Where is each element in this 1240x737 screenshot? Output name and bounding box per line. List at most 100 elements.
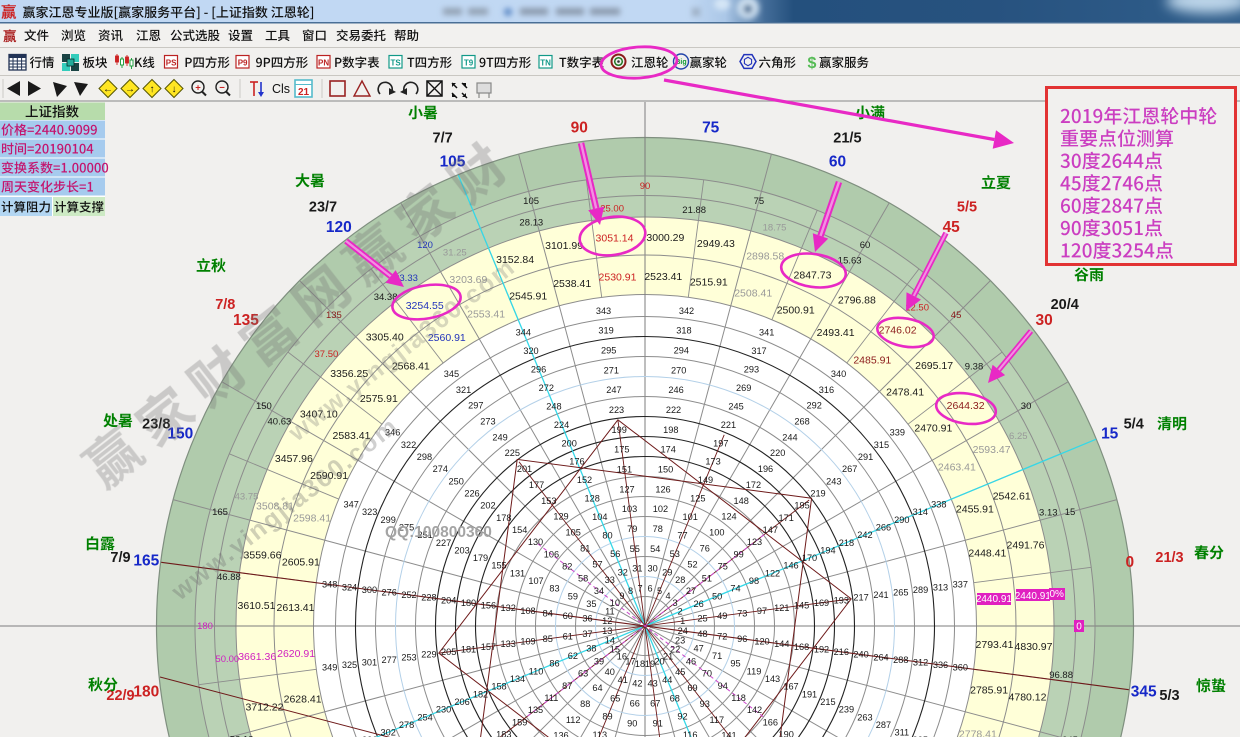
svg-text:155: 155 [491,561,506,571]
svg-text:302: 302 [381,728,396,737]
svg-text:60: 60 [860,240,871,251]
svg-text:179: 179 [473,553,488,563]
svg-text:141: 141 [721,731,736,737]
svg-text:21/5: 21/5 [833,130,861,146]
svg-text:314: 314 [913,507,928,517]
svg-text:120: 120 [754,637,769,647]
svg-text:21/3: 21/3 [1155,550,1183,566]
svg-text:129: 129 [553,512,568,522]
svg-text:96.88: 96.88 [1049,670,1073,681]
svg-text:30: 30 [647,564,657,574]
svg-text:2628.41: 2628.41 [284,693,322,705]
svg-text:2949.43: 2949.43 [697,238,735,250]
svg-text:4780.12: 4780.12 [1009,691,1047,703]
svg-text:2515.91: 2515.91 [690,276,728,288]
svg-text:269: 269 [736,383,751,393]
svg-text:2605.91: 2605.91 [282,557,320,569]
svg-text:48: 48 [697,629,707,639]
svg-text:218: 218 [839,538,854,548]
svg-text:245: 245 [728,401,743,411]
svg-text:78: 78 [653,524,663,534]
svg-text:3: 3 [673,598,678,608]
svg-text:135: 135 [326,310,342,321]
svg-text:128: 128 [585,494,600,504]
svg-text:25.00: 25.00 [600,203,624,214]
svg-text:38: 38 [586,643,596,653]
svg-text:142: 142 [747,705,762,715]
svg-text:80: 80 [602,531,612,541]
svg-text:45: 45 [675,667,685,677]
svg-text:7/7: 7/7 [433,130,453,146]
svg-text:220: 220 [770,448,785,458]
svg-text:244: 244 [782,432,797,442]
svg-text:229: 229 [421,650,436,660]
svg-text:206: 206 [454,697,469,707]
svg-text:166: 166 [763,717,778,727]
svg-text:33: 33 [605,575,615,585]
svg-text:63: 63 [578,669,588,679]
svg-text:193: 193 [834,595,849,605]
svg-text:175: 175 [614,445,629,455]
svg-text:311: 311 [894,728,909,737]
svg-text:294: 294 [674,346,689,356]
svg-text:7/9: 7/9 [110,550,130,566]
svg-text:200: 200 [562,438,577,448]
svg-text:345: 345 [1131,684,1157,701]
svg-text:97: 97 [757,606,767,616]
svg-text:+: + [195,83,201,94]
svg-text:51: 51 [702,574,712,584]
svg-text:322: 322 [401,440,416,450]
svg-text:36: 36 [582,614,592,624]
svg-text:6: 6 [647,584,652,594]
svg-text:62: 62 [568,651,578,661]
svg-text:7/8: 7/8 [215,297,235,313]
svg-text:254: 254 [417,712,432,722]
svg-text:PS: PS [166,58,177,67]
svg-text:PN: PN [318,58,329,67]
svg-text:56: 56 [610,549,620,559]
svg-text:289: 289 [913,585,928,595]
svg-text:249: 249 [492,432,507,442]
svg-text:37: 37 [582,629,592,639]
svg-text:239: 239 [839,705,854,715]
svg-text:291: 291 [858,452,873,462]
svg-text:76: 76 [700,544,710,554]
svg-text:20/4: 20/4 [1051,297,1079,313]
svg-text:198: 198 [663,425,678,435]
svg-text:34: 34 [594,586,604,596]
svg-text:2493.41: 2493.41 [817,327,855,339]
svg-text:60: 60 [829,153,846,170]
svg-text:104: 104 [592,512,607,522]
svg-text:1: 1 [680,616,685,626]
svg-text:4: 4 [666,591,671,601]
svg-text:250: 250 [449,476,464,486]
svg-text:15: 15 [1101,426,1119,443]
svg-text:5/4: 5/4 [1124,417,1144,433]
svg-text:11: 11 [605,607,615,617]
svg-text:277: 277 [382,655,397,665]
svg-text:55: 55 [630,544,640,554]
svg-text:99: 99 [733,549,743,559]
svg-text:242: 242 [857,530,872,540]
svg-text:224: 224 [554,420,569,430]
svg-text:83: 83 [549,584,559,594]
svg-text:174: 174 [661,445,676,455]
svg-text:217: 217 [853,593,868,603]
svg-text:2695.17: 2695.17 [915,360,953,372]
svg-text:73: 73 [737,608,747,618]
svg-text:2440.91: 2440.91 [1015,591,1052,602]
svg-text:72: 72 [717,631,727,641]
svg-text:67: 67 [650,699,660,709]
svg-text:TS: TS [390,58,401,67]
svg-text:2485.91: 2485.91 [853,354,891,366]
svg-text:219: 219 [810,489,825,499]
svg-text:105: 105 [566,528,581,538]
svg-text:2508.41: 2508.41 [734,288,772,300]
svg-text:61: 61 [563,631,573,641]
svg-text:167: 167 [783,682,798,692]
svg-text:323: 323 [362,507,377,517]
svg-text:150: 150 [658,465,673,475]
svg-text:127: 127 [619,484,634,494]
svg-text:41: 41 [618,675,628,685]
svg-text:59: 59 [568,591,578,601]
